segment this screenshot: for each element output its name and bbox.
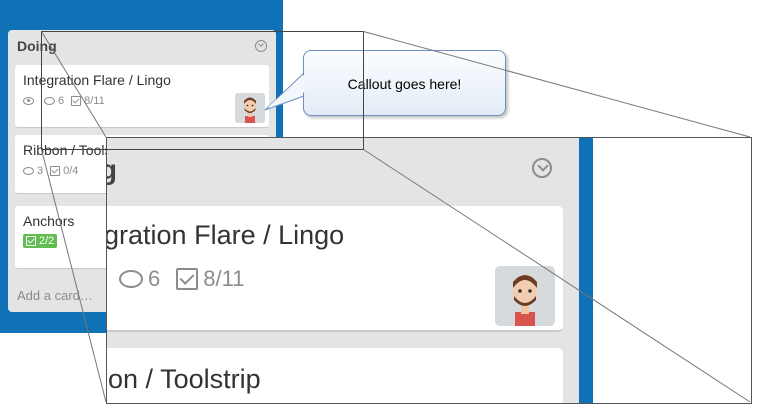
magnified-card-title: bon / Toolstrip — [106, 364, 261, 394]
avatar-image — [513, 275, 537, 326]
magnified-checklist-count: 8/11 — [203, 266, 245, 291]
comment-icon — [119, 270, 143, 288]
magnified-checklist-badge: 8/11 — [176, 266, 244, 292]
checklist-icon — [176, 268, 199, 290]
magnified-card-title: egration Flare / Lingo — [106, 220, 345, 250]
magnified-avatar — [495, 266, 555, 326]
magnified-comments-count: 6 — [148, 266, 161, 291]
magnified-list: ing egration Flare / Lingo 6 8/11 — [107, 138, 579, 403]
magnified-card-integration: egration Flare / Lingo 6 8/11 — [106, 206, 563, 332]
magnified-card-ribbon: bon / Toolstrip — [106, 348, 563, 403]
magnified-comments-badge: 6 — [119, 266, 160, 292]
magnified-card-badges: 6 8/11 — [119, 266, 260, 292]
magnifier-panel: ing egration Flare / Lingo 6 8/11 — [106, 137, 752, 404]
magnified-list-menu-chevron-icon — [532, 158, 552, 178]
callout-bubble: Callout goes here! — [303, 50, 506, 116]
magnified-board-edge — [579, 138, 593, 403]
magnified-list-title: ing — [107, 154, 117, 186]
callout-text: Callout goes here! — [347, 76, 462, 92]
